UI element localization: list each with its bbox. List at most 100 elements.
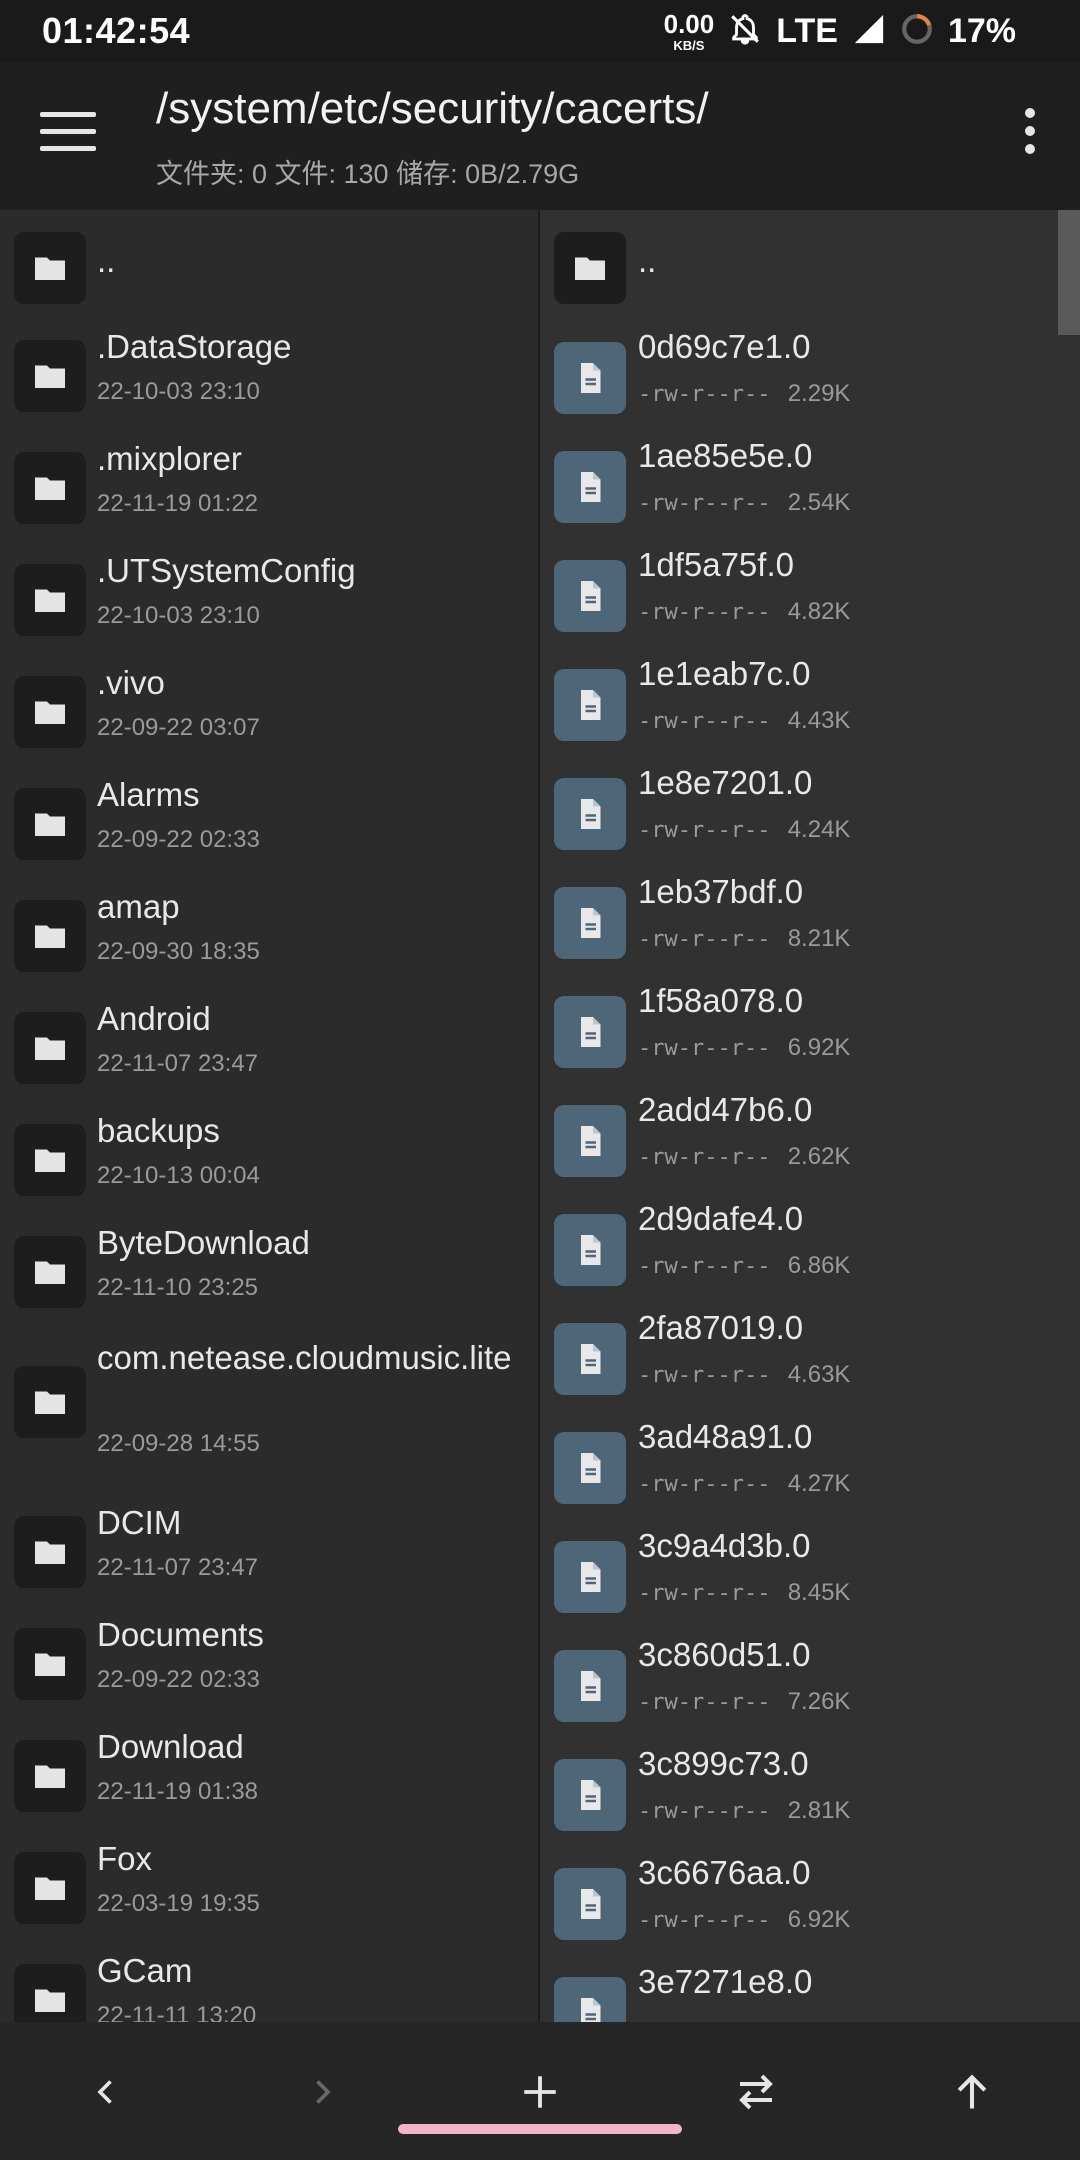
list-item[interactable]: .UTSystemConfig 22-10-03 23:10 xyxy=(0,552,538,664)
item-date: 22-10-13 00:04 xyxy=(97,1162,260,1189)
file-meta: -rw-r--r-- 6.86K xyxy=(638,1252,850,1280)
list-item[interactable]: Android 22-11-07 23:47 xyxy=(0,1000,538,1112)
file-icon xyxy=(554,669,626,741)
folder-icon xyxy=(554,232,626,304)
item-date: 22-09-22 02:33 xyxy=(97,826,260,853)
list-item[interactable]: Documents 22-09-22 02:33 xyxy=(0,1616,538,1728)
file-row[interactable]: 1f58a078.0 -rw-r--r-- 6.92K xyxy=(540,982,1080,1088)
list-item[interactable]: com.netease.cloudmusic.lite 22-09-28 14:… xyxy=(0,1336,538,1484)
list-item[interactable]: .DataStorage 22-10-03 23:10 xyxy=(0,328,538,440)
file-row[interactable]: 1eb37bdf.0 -rw-r--r-- 8.21K xyxy=(540,873,1080,979)
current-path[interactable]: /system/etc/security/cacerts/ xyxy=(156,84,709,134)
file-row[interactable]: 0d69c7e1.0 -rw-r--r-- 2.29K xyxy=(540,328,1080,434)
file-size: 2.62K xyxy=(787,1143,851,1170)
file-size: 2.54K xyxy=(787,489,851,516)
file-name: 1df5a75f.0 xyxy=(638,546,794,583)
list-item[interactable]: Fox 22-03-19 19:35 xyxy=(0,1840,538,1952)
file-meta: -rw-r--r-- 4.43K xyxy=(638,707,850,735)
parent-folder-item[interactable]: .. xyxy=(540,220,1080,332)
swap-icon[interactable] xyxy=(726,2062,786,2122)
up-arrow-icon[interactable] xyxy=(942,2062,1002,2122)
file-row[interactable]: 3c899c73.0 -rw-r--r-- 2.81K xyxy=(540,1745,1080,1851)
file-name: 1ae85e5e.0 xyxy=(638,437,813,474)
file-row[interactable]: 2d9dafe4.0 -rw-r--r-- 6.86K xyxy=(540,1200,1080,1306)
file-row[interactable]: 3c860d51.0 -rw-r--r-- 7.26K xyxy=(540,1636,1080,1742)
gesture-bar[interactable] xyxy=(398,2124,682,2134)
list-item[interactable]: amap 22-09-30 18:35 xyxy=(0,888,538,1000)
file-size: 8.21K xyxy=(787,925,851,952)
file-icon xyxy=(554,1105,626,1177)
file-size: 2.81K xyxy=(787,1797,851,1824)
file-meta: -rw-r--r-- 8.45K xyxy=(638,1579,850,1607)
status-bar: 01:42:54 0.00 KB/S LTE 17% xyxy=(0,0,1080,62)
file-permissions: -rw-r--r-- xyxy=(638,1799,771,1824)
file-permissions: -rw-r--r-- xyxy=(638,1363,771,1388)
file-size: 4.82K xyxy=(787,598,851,625)
file-icon xyxy=(554,1432,626,1504)
file-icon xyxy=(554,451,626,523)
add-icon[interactable] xyxy=(510,2062,570,2122)
bottom-toolbar xyxy=(0,2022,1080,2160)
file-row[interactable]: 2add47b6.0 -rw-r--r-- 2.62K xyxy=(540,1091,1080,1197)
folder-icon xyxy=(14,676,86,748)
file-name: 1e1eab7c.0 xyxy=(638,655,811,692)
network-type: LTE xyxy=(776,11,838,50)
folder-icon xyxy=(14,1964,86,2022)
file-row[interactable]: 3ad48a91.0 -rw-r--r-- 4.27K xyxy=(540,1418,1080,1524)
scrollbar-thumb[interactable] xyxy=(1058,210,1080,335)
file-row[interactable]: 3c6676aa.0 -rw-r--r-- 6.92K xyxy=(540,1854,1080,1960)
file-size: 8.45K xyxy=(787,1579,851,1606)
network-speed-unit: KB/S xyxy=(673,37,705,53)
parent-folder-item[interactable]: .. xyxy=(0,220,538,332)
file-row[interactable]: 1ae85e5e.0 -rw-r--r-- 2.54K xyxy=(540,437,1080,543)
file-size: 4.63K xyxy=(787,1361,851,1388)
file-name: 3ad48a91.0 xyxy=(638,1418,813,1455)
list-item[interactable]: .mixplorer 22-11-19 01:22 xyxy=(0,440,538,552)
list-item[interactable]: GCam 22-11-11 13:20 xyxy=(0,1952,538,2022)
item-date: 22-11-11 13:20 xyxy=(97,2002,257,2022)
right-pane[interactable]: .. 0d69c7e1.0 -rw-r--r-- 2.29K 1ae85e5e.0 -… xyxy=(540,210,1080,2022)
list-item[interactable]: backups 22-10-13 00:04 xyxy=(0,1112,538,1224)
folder-icon xyxy=(14,1516,86,1588)
file-name: 3c860d51.0 xyxy=(638,1636,811,1673)
file-permissions: -rw-r--r-- xyxy=(638,600,771,625)
item-name: .DataStorage xyxy=(97,328,292,365)
file-meta: -rw-r--r-- 6.92K xyxy=(638,1906,850,1934)
file-meta: -rw-r--r-- 2.81K xyxy=(638,1797,850,1825)
file-meta: -rw-r--r-- 4.24K xyxy=(638,816,850,844)
item-date: 22-11-07 23:47 xyxy=(97,1554,259,1581)
item-date: 22-11-19 01:22 xyxy=(97,490,259,517)
list-item[interactable]: ByteDownload 22-11-10 23:25 xyxy=(0,1224,538,1336)
item-name: .UTSystemConfig xyxy=(97,552,356,589)
status-time: 01:42:54 xyxy=(42,10,191,51)
item-name: GCam xyxy=(97,1952,193,1989)
back-arrow-icon[interactable] xyxy=(76,2062,136,2122)
file-icon xyxy=(554,1650,626,1722)
forward-arrow-icon[interactable] xyxy=(292,2062,352,2122)
item-name: ByteDownload xyxy=(97,1224,310,1261)
file-name: 2add47b6.0 xyxy=(638,1091,813,1128)
folder-icon xyxy=(14,452,86,524)
bell-muted-icon xyxy=(728,12,762,51)
file-row[interactable]: 1e8e7201.0 -rw-r--r-- 4.24K xyxy=(540,764,1080,870)
file-permissions: -rw-r--r-- xyxy=(638,818,771,843)
file-row[interactable]: 1df5a75f.0 -rw-r--r-- 4.82K xyxy=(540,546,1080,652)
file-row[interactable]: 3c9a4d3b.0 -rw-r--r-- 8.45K xyxy=(540,1527,1080,1633)
list-item[interactable]: Download 22-11-19 01:38 xyxy=(0,1728,538,1840)
file-icon xyxy=(554,1214,626,1286)
list-item[interactable]: Alarms 22-09-22 02:33 xyxy=(0,776,538,888)
file-row[interactable]: 1e1eab7c.0 -rw-r--r-- 4.43K xyxy=(540,655,1080,761)
item-name: Alarms xyxy=(97,776,200,813)
file-row[interactable]: 3e7271e8.0 xyxy=(540,1963,1080,2022)
more-options-icon[interactable] xyxy=(1020,108,1040,162)
file-meta: -rw-r--r-- 4.82K xyxy=(638,598,850,626)
left-pane[interactable]: .. .DataStorage 22-10-03 23:10 .mixplore… xyxy=(0,210,538,2022)
network-speed: 0.00 KB/S xyxy=(664,11,715,52)
network-speed-value: 0.00 xyxy=(663,8,715,39)
list-item[interactable]: .vivo 22-09-22 03:07 xyxy=(0,664,538,776)
file-size: 6.92K xyxy=(787,1034,851,1061)
file-row[interactable]: 2fa87019.0 -rw-r--r-- 4.63K xyxy=(540,1309,1080,1415)
list-item[interactable]: DCIM 22-11-07 23:47 xyxy=(0,1504,538,1616)
menu-icon[interactable] xyxy=(40,112,96,156)
file-icon xyxy=(554,1868,626,1940)
